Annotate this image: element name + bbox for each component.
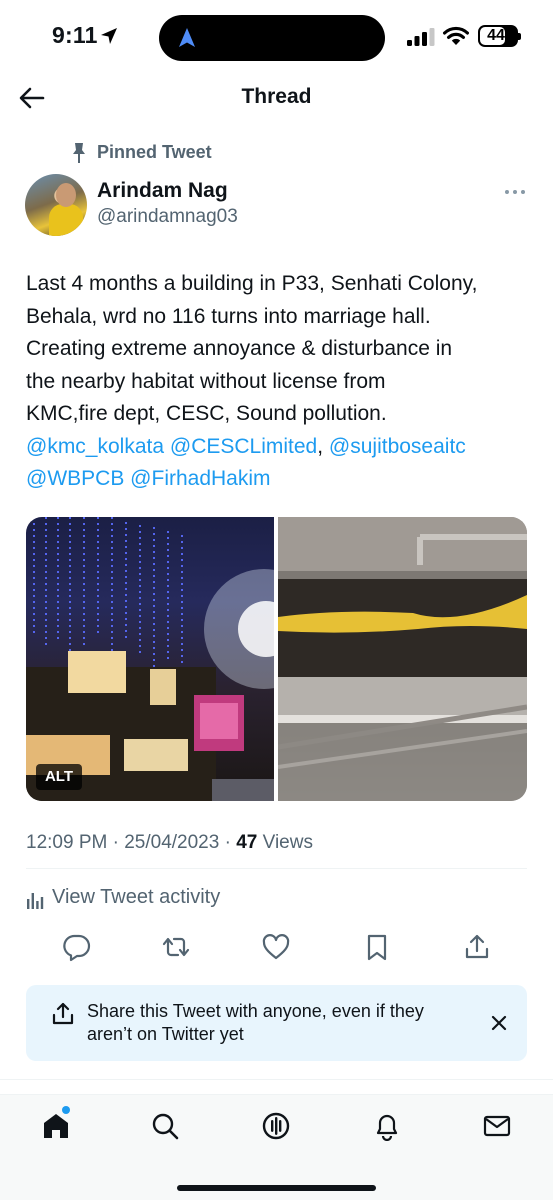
messages-icon[interactable] <box>482 1111 512 1141</box>
signal-icon <box>407 28 435 46</box>
status-time: 9:11 <box>52 22 98 48</box>
views-label: Views <box>262 832 313 853</box>
battery-level: 44 <box>487 27 505 44</box>
share-banner-text: Share this Tweet with anyone, even if th… <box>87 1001 424 1044</box>
tweet-time: 12:09 PM <box>26 832 108 853</box>
share-banner[interactable]: Share this Tweet with anyone, even if th… <box>26 985 527 1061</box>
share-icon[interactable] <box>462 932 492 962</box>
tweet-text-line: Behala, wrd no 116 turns into marriage h… <box>26 304 431 328</box>
reply-icon[interactable] <box>62 932 92 962</box>
wifi-icon <box>443 26 469 45</box>
tweet-text-line: the nearby habitat without license from <box>26 369 386 393</box>
tweet-text: Last 4 months a building in P33, Senhati… <box>26 268 531 496</box>
retweet-icon[interactable] <box>161 932 191 962</box>
views-count: 47 <box>236 832 258 853</box>
location-arrow-icon <box>101 28 117 44</box>
tweet-text-line: Last 4 months a building in P33, Senhati… <box>26 272 478 295</box>
more-icon[interactable] <box>503 180 527 204</box>
like-icon[interactable] <box>261 932 291 962</box>
tweet-meta: 12:09 PM · 25/04/2023 · 47 Views <box>26 832 313 853</box>
alt-badge[interactable]: ALT <box>36 764 82 790</box>
analytics-icon <box>27 893 44 909</box>
home-indicator <box>177 1185 376 1191</box>
tweet-text-line: Creating extreme annoyance & disturbance… <box>26 337 453 360</box>
new-content-dot <box>62 1106 70 1114</box>
divider <box>0 1079 553 1080</box>
dynamic-island <box>159 15 385 61</box>
mention-link[interactable]: @FirhadHakim <box>130 467 270 490</box>
tab-bar <box>0 1094 553 1200</box>
canopy-illustration <box>278 517 527 801</box>
status-bar: 9:11 44 <box>0 0 553 74</box>
avatar[interactable] <box>25 174 87 236</box>
mention-link[interactable]: @WBPCB <box>26 467 124 490</box>
home-icon[interactable] <box>41 1111 71 1141</box>
media-photo-building[interactable]: ALT <box>26 517 274 801</box>
share-icon <box>52 1002 74 1025</box>
search-icon[interactable] <box>150 1111 180 1141</box>
tweet-text-line: KMC,fire dept, CESC, Sound pollution. <box>26 402 387 425</box>
tweet-media: ALT <box>26 517 527 801</box>
tweet-date: 25/04/2023 <box>124 832 220 853</box>
page-title: Thread <box>241 85 312 108</box>
bookmark-icon[interactable] <box>362 932 392 962</box>
close-icon[interactable] <box>489 1013 509 1033</box>
mention-link[interactable]: @sujitboseaitc <box>329 435 466 458</box>
mention-link[interactable]: @kmc_kolkata <box>26 435 164 458</box>
building-night-illustration <box>26 517 274 801</box>
notifications-icon[interactable] <box>372 1111 402 1141</box>
mention-link[interactable]: @CESCLimited <box>170 435 317 458</box>
tweet-mentions-line: @WBPCB @FirhadHakim <box>26 463 531 496</box>
pinned-label: Pinned Tweet <box>97 142 212 162</box>
header: Thread <box>0 74 553 122</box>
tweet-mentions-line: @kmc_kolkata @CESCLimited, @sujitboseait… <box>26 431 531 464</box>
spaces-icon[interactable] <box>261 1111 291 1141</box>
author-handle[interactable]: @arindamnag03 <box>97 206 238 228</box>
battery-icon: 44 <box>478 25 521 47</box>
divider <box>26 868 527 869</box>
pin-icon <box>73 143 85 163</box>
media-photo-canopy[interactable] <box>278 517 527 801</box>
navigation-icon <box>179 28 195 47</box>
author-name[interactable]: Arindam Nag <box>97 179 228 203</box>
mention-separator: , <box>317 434 329 458</box>
activity-label: View Tweet activity <box>52 886 221 908</box>
